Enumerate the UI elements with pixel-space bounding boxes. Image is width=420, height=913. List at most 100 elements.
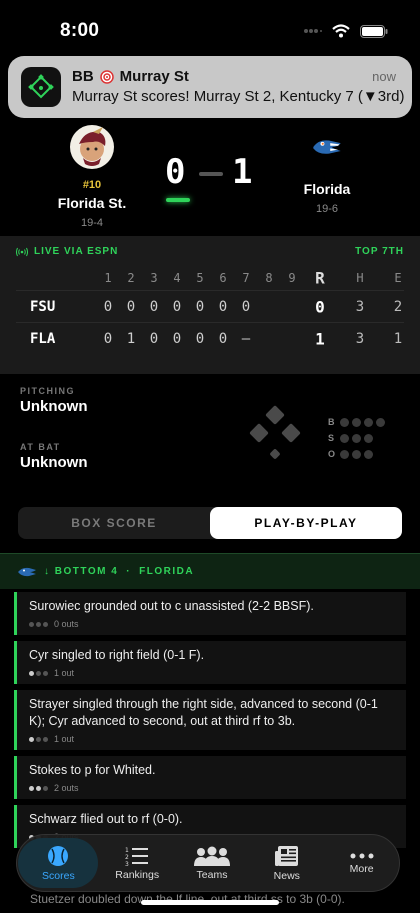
ellipsis-icon (350, 853, 374, 858)
hits-cell: 3 (355, 330, 365, 347)
linescore: LIVE VIA ESPN TOP 7TH 123456789RHE FSU 0 0… (0, 236, 420, 374)
play-text: Surowiec grounded out to c unassisted (2… (29, 599, 314, 613)
out-dot (43, 621, 48, 627)
inning-cell-6: 0 (218, 330, 228, 347)
inning-cell-2: 0 (126, 298, 136, 315)
out-dot (36, 736, 41, 742)
target-icon (99, 69, 114, 84)
inning-cell-1: 0 (103, 330, 113, 347)
out-dot (43, 736, 48, 742)
half-inning-header[interactable]: ↓ BOTTOM 4 · FLORIDA (0, 553, 420, 589)
view-segmented-control: BOX SCORE PLAY-BY-PLAY (18, 507, 402, 539)
score-dash (199, 172, 223, 176)
third-base (249, 423, 269, 443)
tab-scores[interactable]: Scores (18, 838, 99, 888)
inning-cell-4: 0 (172, 330, 182, 347)
out-dot (36, 785, 41, 791)
away-team-record: 19-4 (80, 217, 104, 229)
play-item[interactable]: Stokes to p for Whited. 2 outs (14, 756, 406, 799)
home-team-name: Florida (303, 181, 351, 197)
tab-news[interactable]: News (251, 838, 323, 888)
linescore-header-row: 1 2 3 4 5 6 7 8 9 R H E (16, 266, 404, 290)
count-dot (340, 417, 349, 427)
inning-header-4: 4 (173, 271, 181, 285)
count-row-o: O (328, 446, 388, 462)
inning-header-8: 8 (265, 271, 273, 285)
out-dot (36, 670, 41, 676)
outs-text: 1 out (54, 734, 75, 744)
tab-more[interactable]: More (326, 838, 398, 888)
ball-strike-count: BSO (328, 414, 388, 462)
play-item[interactable]: Cyr singled to right field (0-1 F). 1 out (14, 641, 406, 684)
outs-indicator: 1 out (29, 734, 396, 744)
inning-label: TOP 7TH (355, 246, 404, 257)
tab-bar: Scores 1 2 3 Rankings Teams News More (16, 834, 400, 892)
count-label: B (328, 417, 335, 427)
wifi-icon (332, 24, 350, 38)
play-item[interactable]: Strayer singled through the right side, … (14, 690, 406, 750)
away-team-rank: #10 (82, 179, 102, 191)
tab-teams[interactable]: Teams (176, 838, 248, 888)
home-indicator[interactable] (141, 900, 279, 905)
baseball-diamond-icon (28, 74, 54, 99)
bases-diamond (244, 404, 306, 466)
count-dot (340, 449, 349, 459)
game-header: #10 Florida St. 19-4 0 1 Florida 19-6 (0, 118, 420, 236)
home-team-record: 19-6 (315, 203, 339, 215)
hits-cell: 3 (355, 298, 365, 315)
at-bat-label: AT BAT (20, 442, 61, 452)
count-dot (364, 449, 373, 459)
notification-body: Murray St scores! Murray St 2, Kentucky … (72, 88, 405, 105)
inning-header-7: 7 (242, 271, 250, 285)
tab-rankings[interactable]: 1 2 3 Rankings (101, 838, 173, 888)
inning-cell-1: 0 (103, 298, 113, 315)
half-inning-team: FLORIDA (139, 566, 195, 577)
inning-cell-5: 0 (195, 298, 205, 315)
live-indicator: LIVE VIA ESPN (16, 246, 118, 257)
notification-app-name: BB (72, 68, 94, 85)
out-dot (29, 621, 34, 627)
inning-cell-2: 1 (126, 330, 136, 347)
notification-subject: Murray St (119, 68, 189, 85)
tab-more-label: More (349, 862, 374, 875)
svg-text:2: 2 (125, 854, 129, 861)
florida-state-logo-icon (70, 125, 114, 169)
status-time: 8:00 (60, 20, 100, 41)
first-base (281, 423, 301, 443)
outs-text: 1 out (54, 668, 75, 678)
away-team[interactable]: #10 Florida St. 19-4 (27, 124, 157, 229)
count-dot (352, 417, 361, 427)
count-dot (364, 433, 373, 443)
linescore-header: LIVE VIA ESPN TOP 7TH (16, 246, 404, 257)
tab-teams-label: Teams (196, 868, 228, 881)
runs-cell: 0 (315, 297, 325, 316)
play-text: Stokes to p for Whited. (29, 763, 156, 777)
live-label: LIVE VIA ESPN (34, 246, 119, 257)
out-dot (43, 785, 48, 791)
count-dot (340, 433, 349, 443)
errors-cell: 1 (393, 330, 403, 347)
play-by-play-tab[interactable]: PLAY-BY-PLAY (210, 507, 402, 539)
play-item[interactable]: Surowiec grounded out to c unassisted (2… (14, 592, 406, 635)
batting-indicator (166, 198, 190, 202)
box-score-tab[interactable]: BOX SCORE (18, 507, 210, 539)
inning-cell-7: – (241, 330, 251, 347)
home-team[interactable]: Florida 19-6 (262, 124, 392, 215)
away-team-name: Florida St. (57, 195, 127, 211)
inning-header-9: 9 (288, 271, 296, 285)
batter-name[interactable]: Unknown (20, 454, 88, 471)
outs-indicator: 1 out (29, 668, 396, 678)
pitcher-name[interactable]: Unknown (20, 398, 88, 415)
play-text: Cyr singled to right field (0-1 F). (29, 648, 205, 662)
ranked-list-icon: 1 2 3 (125, 847, 149, 866)
signal-icon (304, 29, 322, 33)
broadcast-icon (16, 247, 28, 256)
notification-time: now (372, 69, 396, 84)
newspaper-icon (274, 845, 298, 866)
count-dot (364, 417, 373, 427)
linescore-row-away: FSU 0 0 0 0 0 0 0 0 3 2 (16, 290, 404, 322)
notification-banner[interactable]: BB Murray St now Murray St scores! Murra… (8, 56, 412, 118)
count-row-s: S (328, 430, 388, 446)
home-plate (269, 448, 281, 460)
outs-text: 0 outs (54, 619, 79, 629)
